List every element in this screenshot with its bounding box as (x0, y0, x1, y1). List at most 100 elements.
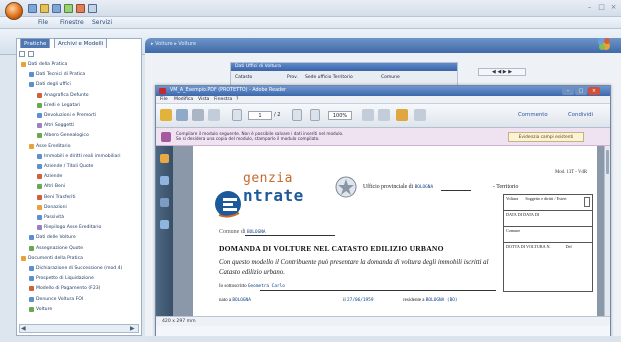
menu-bar: File Finestre Servizi (0, 17, 621, 29)
scroll-right-icon[interactable]: ▶ (130, 325, 135, 332)
tree-item[interactable]: Riepilogo Asse Ereditario (37, 224, 101, 231)
tree-item[interactable]: Aziende / Titoli Quote (37, 163, 93, 170)
email-icon[interactable] (208, 109, 220, 121)
tree-item[interactable]: Dati della Pratica (21, 61, 67, 68)
nato-value[interactable]: BOLOGNA (232, 298, 251, 303)
highlight-fields-button[interactable]: Evidenzia campi esistenti (508, 132, 584, 142)
tree-item[interactable]: Albero Genealogico (37, 132, 89, 139)
reader-maximize-button[interactable]: □ (575, 87, 587, 95)
tab-archivi-modelli[interactable]: Archivi e Modelli (54, 38, 108, 48)
tree-item[interactable]: Dichiarazione di Successione (mod 4) (29, 265, 122, 272)
reader-sidebar (156, 146, 173, 316)
navigation-panel: Pratiche Archivi e Modelli Dati della Pr… (16, 38, 142, 336)
box-row-voltura: Voltura Soggetto e diritti / Esteri (504, 195, 592, 211)
reader-menu-finestra[interactable]: Finestra (214, 97, 232, 102)
zoom-in-icon[interactable] (310, 109, 320, 121)
tree-item-label: Albero Genealogico (44, 133, 89, 139)
tree-item[interactable]: Altri Soggetti (37, 122, 74, 129)
tree-node-icon (37, 133, 42, 139)
signatures-icon[interactable] (160, 198, 169, 207)
menu-finestre[interactable]: Finestre (60, 18, 84, 28)
box-row-voltura-number[interactable]: DOTTA DI VOLTURA N. Del (504, 243, 592, 259)
save-icon[interactable] (52, 4, 61, 13)
reader-menu-vista[interactable]: Vista (198, 97, 209, 102)
undo-icon[interactable] (64, 4, 73, 13)
tree-item[interactable]: Documenti della Pratica (21, 255, 83, 262)
tools-icon[interactable] (414, 109, 426, 121)
menu-file[interactable]: File (38, 18, 48, 28)
share-button[interactable]: Condividi (568, 112, 593, 118)
tree-item[interactable]: Prospetto di Liquidazione (29, 275, 94, 282)
reader-menu-modifica[interactable]: Modifica (174, 97, 193, 102)
fit-width-icon[interactable] (378, 109, 390, 121)
print-icon[interactable] (192, 109, 204, 121)
previous-page-icon[interactable] (232, 109, 242, 121)
tree-item[interactable]: Immobili e diritti reali immobiliari (37, 153, 121, 160)
zoom-out-icon[interactable] (292, 109, 302, 121)
reader-close-button[interactable]: × (588, 87, 600, 95)
tree-item[interactable]: Dati degli uffici (29, 81, 71, 88)
tree-item[interactable]: Dati Tecnici di Pratica (29, 71, 85, 78)
vertical-scrollbar[interactable] (604, 146, 610, 316)
tree-item[interactable]: Anagrafica Defunto (37, 92, 89, 99)
tree-item[interactable]: Dati delle Volture (29, 234, 76, 241)
residence-value[interactable]: BOLOGNA (BO) (426, 298, 458, 303)
scroll-thumb[interactable] (606, 150, 609, 174)
tree-item[interactable]: Devoluzioni e Premorti (37, 112, 96, 119)
document-viewport[interactable]: Mod. 13T - VdR genzia ntrate Ufficio pro… (173, 146, 604, 316)
create-pdf-icon[interactable] (176, 109, 188, 121)
redo-icon[interactable] (76, 4, 85, 13)
box-row-comune[interactable]: Comune (504, 227, 592, 243)
open-file-icon[interactable] (160, 109, 172, 121)
info-bar-message: Compilare il modulo seguente. Non è poss… (176, 131, 344, 141)
tree-item[interactable]: Denunce Voltura FOI (29, 296, 83, 303)
office-value[interactable]: BOLOGNA (415, 185, 434, 190)
tree-item[interactable]: Asse Ereditario (29, 143, 71, 150)
column-header: Sede ufficio Territorio (305, 75, 353, 80)
scroll-left-icon[interactable]: ◀ (21, 325, 26, 332)
voltura-select-icon[interactable] (584, 197, 590, 207)
italian-emblem-icon (335, 176, 357, 198)
minimize-button[interactable]: – (586, 4, 593, 11)
zoom-select[interactable]: 100% (328, 111, 352, 120)
close-button[interactable]: × (610, 4, 617, 11)
tree-item[interactable]: Volture (29, 306, 52, 313)
tree-item[interactable]: Beni Trasferiti (37, 194, 76, 201)
tree-item[interactable]: Altri Beni (37, 183, 65, 190)
sottoscritto-value[interactable]: Geometra Carlo (248, 284, 285, 289)
horizontal-scrollbar[interactable]: ◀ ▶ (19, 324, 139, 333)
settings-icon[interactable] (596, 36, 612, 52)
reader-menu-help[interactable]: ? (236, 97, 238, 102)
attachments-icon[interactable] (160, 176, 169, 185)
tab-pratiche[interactable]: Pratiche (20, 38, 51, 48)
tree-item[interactable]: Passività (37, 214, 64, 221)
tree-item[interactable]: Assegnazione Quote (29, 245, 83, 252)
reader-toolbar: 1 / 2 100% Commento Condividi (156, 104, 610, 128)
sign-icon[interactable] (396, 109, 408, 121)
tree-item[interactable]: Aziende (37, 173, 62, 180)
expand-all-icon[interactable] (19, 51, 25, 57)
menu-servizi[interactable]: Servizi (92, 18, 112, 28)
record-navigator[interactable]: ◀ ◀ ▶ ▶ (478, 68, 526, 76)
page-number-input[interactable]: 1 (248, 111, 272, 120)
application-menu-button[interactable] (5, 2, 23, 20)
open-icon[interactable] (40, 4, 49, 13)
tree-item[interactable]: Modello di Pagamento (F23) (29, 285, 100, 292)
reader-menu-file[interactable]: File (160, 97, 168, 102)
tree-item[interactable]: Eredi e Legatari (37, 102, 80, 109)
birth-date-value[interactable]: 27/06/1959 (347, 298, 373, 303)
pages-panel-icon[interactable] (160, 154, 169, 163)
fit-page-icon[interactable] (362, 109, 374, 121)
print-icon[interactable] (88, 4, 97, 13)
reader-status-bar: 420 x 297 mm (156, 316, 610, 326)
breadcrumb[interactable]: ▸ Volture ▸ Volture (151, 41, 196, 47)
box-row-data[interactable]: DATA DI DATA DI (504, 211, 592, 227)
comment-button[interactable]: Commento (518, 112, 548, 118)
tree-item[interactable]: Donazioni (37, 204, 67, 211)
layers-icon[interactable] (160, 220, 169, 229)
maximize-button[interactable]: □ (598, 4, 605, 11)
reader-minimize-button[interactable]: – (562, 87, 574, 95)
comune-underline (245, 235, 335, 236)
collapse-all-icon[interactable] (28, 51, 34, 57)
new-icon[interactable] (28, 4, 37, 13)
